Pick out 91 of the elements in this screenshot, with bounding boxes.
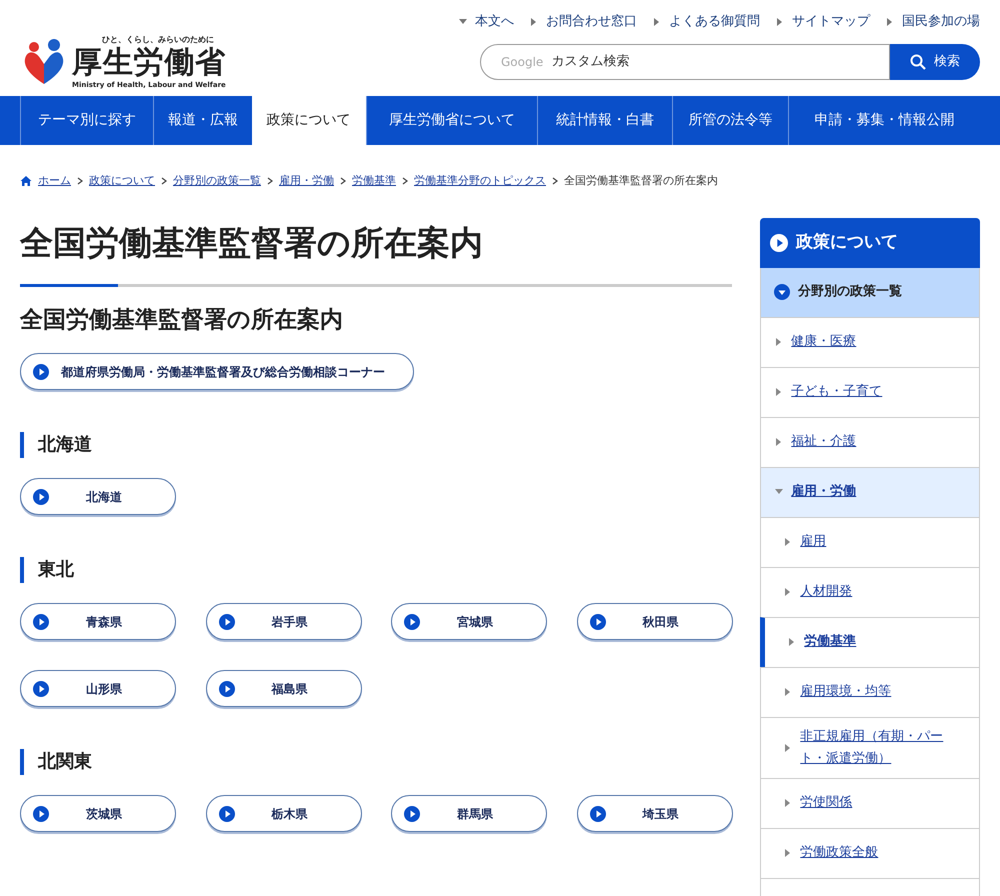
link-button[interactable]: 群馬県 — [391, 795, 548, 832]
right-triangle-icon — [775, 438, 784, 446]
play-icon — [404, 614, 420, 630]
link-button[interactable]: 宮城県 — [391, 603, 548, 640]
chevron-icon — [552, 177, 558, 186]
right-triangle-icon — [775, 338, 784, 346]
sidebar-item[interactable]: 雇用・労働 — [760, 466, 980, 516]
sidebar-subitem[interactable]: 労働基準 — [760, 616, 980, 666]
logo-text: 厚生労働省 — [72, 46, 226, 80]
home-icon — [20, 175, 32, 188]
search-field[interactable]: Google カスタム検索 — [480, 44, 890, 80]
right-triangle-icon — [886, 18, 894, 26]
play-icon — [404, 806, 420, 822]
breadcrumb-link[interactable]: 政策について — [89, 173, 155, 190]
region-heading: 北関東 — [20, 749, 732, 775]
search-button[interactable]: 検索 — [890, 44, 980, 80]
breadcrumb-link[interactable]: ホーム — [38, 173, 71, 190]
region-heading: 東北 — [20, 557, 732, 583]
chevron-icon — [161, 177, 167, 186]
right-triangle-icon — [784, 744, 792, 752]
header-link[interactable]: お問合わせ窓口 — [530, 12, 637, 32]
region-heading: 北海道 — [20, 432, 732, 458]
sidebar-subitem[interactable]: 労使関係 — [760, 778, 980, 828]
right-triangle-icon — [784, 799, 792, 807]
play-icon — [770, 234, 788, 252]
play-icon — [33, 364, 49, 380]
chevron-icon — [77, 177, 83, 186]
play-icon — [590, 806, 606, 822]
down-triangle-icon — [775, 488, 784, 496]
sidebar-subitem[interactable]: 人材開発 — [760, 566, 980, 616]
search-icon — [910, 54, 926, 70]
section-heading: 全国労働基準監督署の所在案内 — [20, 306, 344, 334]
play-icon — [590, 614, 606, 630]
right-triangle-icon — [784, 849, 792, 857]
right-triangle-icon — [653, 18, 661, 26]
nav-tab[interactable]: 厚生労働省について — [366, 96, 537, 145]
breadcrumb-link[interactable]: 労働基準分野のトピックス — [414, 173, 546, 190]
right-triangle-icon — [784, 588, 792, 596]
sidebar-title: 政策について — [796, 230, 898, 254]
right-triangle-icon — [784, 688, 792, 696]
nav-tab[interactable]: 統計情報・白書 — [537, 96, 672, 145]
header-link[interactable]: サイトマップ — [776, 12, 870, 32]
nav-tab[interactable]: テーマ別に探す — [20, 96, 153, 145]
sidebar-subitem[interactable]: 労働政策全般 — [760, 828, 980, 878]
play-icon — [33, 488, 49, 504]
link-button[interactable]: 茨城県 — [20, 795, 176, 832]
right-triangle-icon — [784, 538, 792, 546]
play-icon — [33, 806, 49, 822]
sidebar-subitem[interactable]: 雇用 — [760, 516, 980, 566]
right-triangle-icon — [775, 388, 784, 396]
page-title: 全国労働基準監督署の所在案内 — [20, 222, 484, 264]
search-placeholder: カスタム検索 — [551, 52, 630, 71]
sidebar-item[interactable]: 健康・医療 — [760, 316, 980, 366]
nav-tab[interactable]: 政策について — [252, 96, 366, 145]
sidebar-subitem[interactable]: 非正規雇用（有期・パート・派遣労働） — [760, 716, 980, 778]
right-triangle-icon — [776, 18, 784, 26]
breadcrumb-current: 全国労働基準監督署の所在案内 — [564, 173, 718, 189]
link-button[interactable]: 福島県 — [206, 670, 362, 707]
breadcrumb-link[interactable]: 雇用・労働 — [279, 173, 334, 190]
play-icon — [218, 614, 235, 630]
breadcrumb-link[interactable]: 労働基準 — [352, 173, 396, 190]
down-triangle-icon — [459, 18, 467, 26]
sidebar-subitem[interactable]: 雇用環境・均等 — [760, 666, 980, 716]
link-button[interactable]: 北海道 — [20, 478, 176, 515]
logo-tagline: ひと、くらし、みらいのために — [101, 34, 215, 46]
chevron-icon — [267, 177, 273, 186]
link-button[interactable]: 栃木県 — [206, 795, 362, 832]
link-button[interactable]: 青森県 — [20, 603, 176, 640]
right-triangle-icon — [788, 638, 796, 646]
chevron-icon — [340, 177, 346, 186]
link-button[interactable]: 秋田県 — [576, 603, 733, 640]
link-button[interactable]: 埼玉県 — [576, 795, 733, 832]
header-link[interactable]: よくある御質問 — [653, 12, 760, 32]
sidebar-item[interactable]: 子ども・子育て — [760, 366, 980, 416]
header-link[interactable]: 国民参加の場 — [886, 12, 980, 32]
sidebar-item[interactable]: 福祉・介護 — [760, 416, 980, 466]
nav-tab[interactable]: 申請・募集・情報公開 — [788, 96, 980, 145]
play-icon — [33, 614, 49, 630]
link-button[interactable]: 岩手県 — [206, 603, 362, 640]
chevron-icon — [402, 177, 408, 186]
nav-tab[interactable]: 所管の法令等 — [672, 96, 788, 145]
link-button[interactable]: 都道府県労働局・労働基準監督署及び総合労働相談コーナー — [20, 353, 414, 390]
search-brand-label: Google — [501, 54, 544, 70]
play-icon — [33, 680, 49, 696]
breadcrumb-link[interactable]: 分野別の政策一覧 — [173, 173, 261, 190]
right-triangle-icon — [530, 18, 538, 26]
play-icon — [218, 680, 235, 696]
link-button[interactable]: 山形県 — [20, 670, 176, 707]
sidebar-section[interactable]: 分野別の政策一覧 — [760, 268, 980, 316]
play-icon — [218, 806, 235, 822]
header-link[interactable]: 本文へ — [459, 12, 514, 32]
